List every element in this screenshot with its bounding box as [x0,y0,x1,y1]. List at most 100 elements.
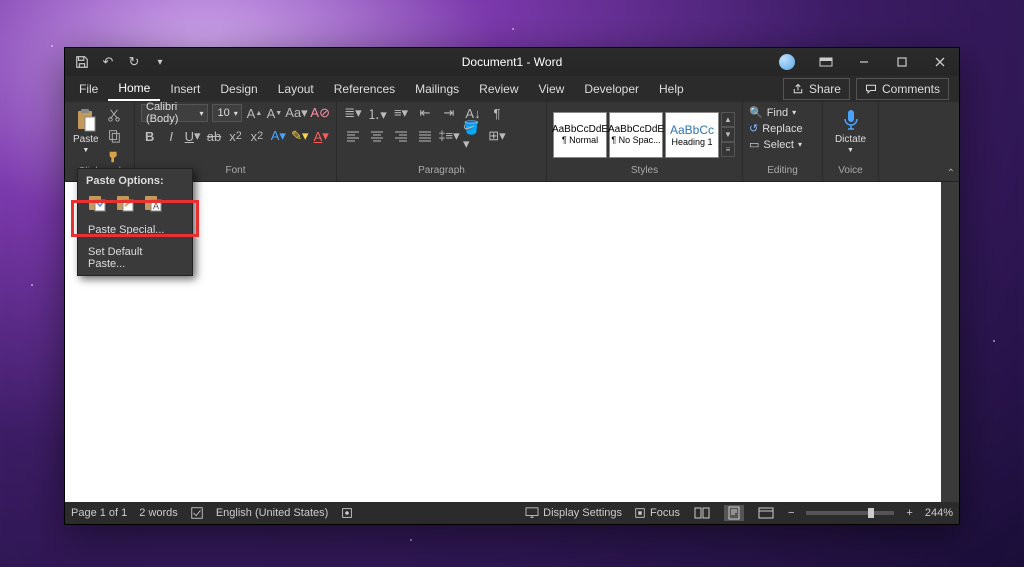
font-color-button[interactable]: A▾ [313,127,330,145]
styles-group-label: Styles [553,165,736,181]
styles-gallery-scroll[interactable]: ▲ ▼ ≡ [721,112,735,158]
focus-mode-button[interactable]: Focus [634,507,680,519]
save-button[interactable] [73,53,91,71]
tab-home[interactable]: Home [108,77,160,101]
shrink-font-button[interactable]: A▼ [266,104,282,122]
grow-font-button[interactable]: A▲ [246,104,262,122]
styles-scroll-up[interactable]: ▲ [721,112,735,127]
web-layout-view[interactable] [756,505,776,521]
window-title: Document1 - Word [462,55,562,69]
replace-button[interactable]: ↺ Replace [749,122,803,135]
qat-customize-button[interactable]: ▾ [151,53,169,71]
underline-button[interactable]: U▾ [184,127,201,145]
tab-view[interactable]: View [529,78,575,100]
italic-button[interactable]: I [162,127,179,145]
paste-text-only[interactable]: A [142,193,164,213]
format-painter-button[interactable] [105,148,123,166]
undo-button[interactable]: ↶ [99,53,117,71]
tab-developer[interactable]: Developer [574,78,649,100]
styles-expand[interactable]: ≡ [721,142,735,157]
account-avatar[interactable] [779,54,795,70]
tab-mailings[interactable]: Mailings [405,78,469,100]
tab-references[interactable]: References [324,78,405,100]
align-center-button[interactable] [367,127,387,145]
paste-button[interactable]: Paste ▼ [71,104,101,158]
redo-button[interactable]: ↻ [125,53,143,71]
mic-icon [839,108,863,132]
increase-indent-button[interactable]: ⇥ [439,104,459,122]
vertical-scrollbar[interactable] [941,182,959,502]
paste-keep-source-formatting[interactable] [86,193,108,213]
set-default-paste-item[interactable]: Set Default Paste... [78,241,192,275]
zoom-slider[interactable] [806,511,894,515]
tab-design[interactable]: Design [210,78,267,100]
subscript-button[interactable]: x2 [227,127,244,145]
ribbon: Paste ▼ Clipboard [65,102,959,182]
copy-button[interactable] [105,127,123,145]
paste-special-item[interactable]: Paste Special... [78,219,192,241]
font-name-combo[interactable]: Calibri (Body)▾ [141,104,208,122]
justify-button[interactable] [415,127,435,145]
find-button[interactable]: 🔍 Find▾ [749,106,803,119]
read-mode-view[interactable] [692,505,712,521]
styles-scroll-down[interactable]: ▼ [721,127,735,142]
text-effects-button[interactable]: A▾ [270,127,287,145]
zoom-out-button[interactable]: − [788,507,794,519]
share-button[interactable]: Share [783,78,850,100]
display-settings-button[interactable]: Display Settings [525,507,622,519]
paste-merge-formatting[interactable] [114,193,136,213]
paste-icon [74,108,98,132]
title-bar: ↶ ↻ ▾ Document1 - Word [65,48,959,76]
select-button[interactable]: ▭ Select▾ [749,138,803,151]
highlight-button[interactable]: ✎▾ [291,127,308,145]
paste-label: Paste [73,134,99,145]
font-size-combo[interactable]: 10▾ [212,104,242,122]
maximize-button[interactable] [883,48,921,76]
print-layout-view[interactable] [724,505,744,521]
word-count-status[interactable]: 2 words [139,507,178,519]
style-heading-1[interactable]: AaBbCc Heading 1 [665,112,719,158]
page-number-status[interactable]: Page 1 of 1 [71,507,127,519]
spell-check-status[interactable] [190,506,204,520]
tab-file[interactable]: File [69,78,108,100]
align-left-button[interactable] [343,127,363,145]
ribbon-display-options[interactable] [807,48,845,76]
svg-text:A: A [153,201,159,211]
zoom-level[interactable]: 244% [925,507,953,519]
replace-icon: ↺ [749,122,758,135]
style-no-spacing[interactable]: AaBbCcDdE ¶ No Spac... [609,112,663,158]
dictate-button[interactable]: Dictate ▼ [833,104,868,158]
bullets-button[interactable]: ≣▾ [343,104,363,122]
borders-button[interactable]: ⊞▾ [487,127,507,145]
tab-review[interactable]: Review [469,78,528,100]
multilevel-button[interactable]: ≡▾ [391,104,411,122]
change-case-button[interactable]: Aa▾ [286,104,306,122]
strikethrough-button[interactable]: ab [205,127,222,145]
zoom-in-button[interactable]: + [906,507,912,519]
bold-button[interactable]: B [141,127,158,145]
close-button[interactable] [921,48,959,76]
tab-help[interactable]: Help [649,78,694,100]
clear-formatting-button[interactable]: A⊘ [310,104,330,122]
collapse-ribbon-button[interactable]: ⌃ [947,168,955,179]
minimize-button[interactable] [845,48,883,76]
paste-dropdown-menu: Paste Options: A Paste Special... Set De… [77,168,193,276]
tab-insert[interactable]: Insert [160,78,210,100]
tab-layout[interactable]: Layout [268,78,324,100]
align-right-button[interactable] [391,127,411,145]
line-spacing-button[interactable]: ‡≡▾ [439,127,459,145]
document-area [65,182,959,502]
document-page[interactable] [65,182,941,502]
language-status[interactable]: English (United States) [216,507,329,519]
comments-button[interactable]: Comments [856,78,949,100]
cut-button[interactable] [105,106,123,124]
superscript-button[interactable]: x2 [248,127,265,145]
status-bar: Page 1 of 1 2 words English (United Stat… [65,502,959,524]
decrease-indent-button[interactable]: ⇤ [415,104,435,122]
show-marks-button[interactable]: ¶ [487,104,507,122]
macro-status[interactable] [340,506,354,520]
shading-button[interactable]: 🪣▾ [463,127,483,145]
numbering-button[interactable]: ⒈▾ [367,104,387,122]
style-normal[interactable]: AaBbCcDdE ¶ Normal [553,112,607,158]
share-label: Share [809,82,841,96]
